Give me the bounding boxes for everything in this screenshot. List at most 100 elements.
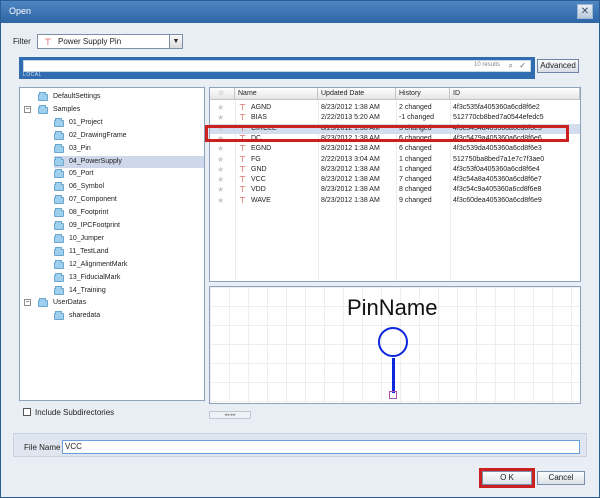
tree-item-label: 01_Project — [69, 118, 103, 126]
tree-collapse-toggle[interactable]: − — [24, 105, 31, 113]
folder-icon — [54, 246, 64, 256]
file-name-label: File Name — [24, 443, 61, 452]
power-pin-icon: ⊤ — [239, 154, 246, 164]
power-pin-icon: ⊤ — [239, 113, 246, 123]
preview-pin-name: PinName — [347, 295, 438, 320]
include-subdirectories-label: Include Subdirectories — [35, 408, 115, 417]
tree-item-label: 09_IPCFootprint — [69, 222, 120, 229]
favorite-star-icon[interactable]: ★ — [217, 185, 224, 195]
column-header[interactable]: Updated Date — [318, 88, 396, 100]
pin-circle-symbol — [378, 327, 408, 357]
tree-item-label: 08_Footprint — [69, 209, 109, 217]
power-pin-icon: ⊤ — [239, 103, 246, 112]
tree-item[interactable]: DefaultSettings — [38, 91, 204, 103]
tree-item[interactable]: 03_Pin — [54, 143, 204, 155]
advanced-button[interactable]: Advanced — [537, 59, 579, 73]
cell-id: 4f3c53f0a405360a6cd8f6e4 — [453, 165, 540, 173]
folder-icon — [38, 104, 48, 114]
tree-item[interactable]: 08_Footprint — [54, 207, 204, 219]
tree-item[interactable]: 10_Jumper — [54, 233, 204, 245]
tree-collapse-toggle[interactable]: − — [24, 299, 31, 307]
folder-icon — [54, 311, 64, 321]
table-row[interactable]: ★ ⊤ VDD 8/23/2012 1:38 AM 8 changed 4f3c54c9a… — [210, 185, 580, 195]
file-table[interactable]: ☆ Name Updated Date History ID ★ ⊤ AGND 8/23/20… — [209, 87, 581, 282]
tree-item-label: UserDatas — [53, 299, 87, 307]
favorite-star-icon[interactable]: ★ — [217, 103, 224, 113]
favorite-star-icon[interactable]: ★ — [217, 175, 224, 185]
tree-item[interactable]: 11_TestLand — [54, 246, 204, 258]
cell-date: 8/23/2012 1:38 AM — [321, 145, 380, 153]
favorite-star-icon[interactable]: ★ — [217, 196, 224, 206]
close-button[interactable]: ✕ — [577, 4, 593, 19]
folder-icon — [54, 285, 64, 295]
table-row[interactable]: ★ ⊤ VCC 8/23/2012 1:38 AM 7 changed 4f3c54a8a… — [210, 175, 580, 185]
tree-item[interactable]: 04_PowerSupply — [54, 155, 204, 168]
column-header[interactable]: ☆ — [210, 88, 235, 100]
search-bar: 10 results ⌕ ✓ LOCAL — [19, 57, 535, 79]
preview-scrollbar[interactable]: ◂◂ ▸▸ — [209, 411, 251, 419]
window-title: Open — [9, 6, 32, 16]
power-pin-icon: ⊤ — [239, 175, 246, 185]
tree-item[interactable]: 14_Training — [54, 285, 204, 297]
chevron-down-icon[interactable]: ▼ — [169, 35, 182, 48]
cell-history: 2 changed — [399, 104, 432, 111]
cell-history: -1 changed — [399, 114, 435, 122]
table-row[interactable]: ★ ⊤ GND 8/23/2012 1:38 AM 1 changed 4f3c53f0a… — [210, 165, 580, 175]
tree-item-label: 02_DrawingFrame — [69, 131, 127, 139]
column-header[interactable]: Name — [235, 88, 318, 100]
tree-item-label: 11_TestLand — [69, 247, 109, 255]
tree-item[interactable]: UserDatas — [38, 297, 204, 309]
tree-item[interactable]: 12_AlignmentMark — [54, 259, 204, 271]
file-name-input[interactable]: VCC — [62, 440, 580, 454]
folder-icon — [54, 195, 64, 205]
tree-item[interactable]: 09_IPCFootprint — [54, 220, 204, 232]
table-row[interactable]: ★ ⊤ AGND 8/23/2012 1:38 AM 2 changed 4f3c535f… — [210, 103, 580, 113]
selection-highlight-box — [205, 125, 569, 142]
power-pin-icon: ⊤ — [239, 195, 246, 205]
favorite-star-icon[interactable]: ★ — [217, 144, 224, 154]
pin-stem — [392, 358, 395, 393]
search-input[interactable]: 10 results ⌕ ✓ — [23, 60, 531, 72]
tree-item[interactable]: 02_DrawingFrame — [54, 130, 204, 142]
cancel-button[interactable]: Cancel — [537, 471, 585, 485]
column-header[interactable]: History — [396, 88, 450, 100]
tree-item[interactable]: sharedata — [54, 310, 204, 322]
cell-id: 4f3c54c9a405360a6cd8f6e8 — [453, 186, 542, 194]
tree-item[interactable]: 07_Component — [54, 194, 204, 206]
column-header[interactable]: ID — [450, 88, 580, 100]
tree-item[interactable]: 05_Port — [54, 168, 204, 180]
folder-tree[interactable]: DefaultSettings − Samples 01_Project 02_Draw… — [19, 87, 205, 401]
favorite-star-icon[interactable]: ★ — [217, 113, 224, 123]
favorite-star-icon[interactable]: ★ — [217, 155, 224, 165]
table-row[interactable]: ★ ⊤ FG 2/22/2013 3:04 AM 1 changed 512750ba8b… — [210, 155, 580, 165]
cell-name: VCC — [251, 176, 266, 184]
folder-icon — [38, 298, 48, 308]
table-row[interactable]: ★ ⊤ BIAS 2/22/2013 5:20 AM -1 changed 512770c… — [210, 113, 580, 123]
folder-icon — [54, 221, 64, 230]
filter-dropdown[interactable]: ⊤ Power Supply Pin ▼ — [37, 34, 183, 49]
folder-icon — [54, 156, 64, 166]
tree-item-label: 14_Training — [69, 286, 106, 294]
cell-name: VDD — [251, 186, 266, 194]
cell-date: 8/23/2012 1:38 AM — [321, 176, 380, 184]
tree-item[interactable]: Samples — [38, 104, 204, 116]
tree-item-label: 13_FiducialMark — [69, 273, 121, 281]
cell-id: 4f3c54a8a405360a6cd8f6e7 — [453, 176, 542, 184]
title-bar[interactable]: Open ✕ — [1, 1, 599, 23]
tree-item[interactable]: 01_Project — [54, 117, 204, 129]
cell-history: 1 changed — [399, 155, 432, 163]
favorite-star-icon[interactable]: ★ — [217, 165, 224, 175]
folder-icon — [54, 259, 64, 269]
check-icon[interactable]: ✓ — [519, 61, 526, 70]
tree-item[interactable]: 13_FiducialMark — [54, 272, 204, 284]
cell-id: 512750ba8bed7a1e7c7f3ae0 — [453, 155, 545, 163]
filter-label: Filter — [13, 37, 31, 46]
tree-item[interactable]: 06_Symbol — [54, 181, 204, 193]
table-row[interactable]: ★ ⊤ WAVE 8/23/2012 1:38 AM 9 changed 4f3c60de… — [210, 196, 580, 206]
include-subdirectories-checkbox[interactable] — [23, 408, 31, 416]
folder-icon — [54, 130, 64, 140]
cell-history: 9 changed — [399, 196, 432, 204]
search-icon[interactable]: ⌕ — [509, 61, 513, 71]
table-row[interactable]: ★ ⊤ EGND 8/23/2012 1:38 AM 6 changed 4f3c539d… — [210, 144, 580, 154]
cell-name: FG — [251, 155, 261, 163]
